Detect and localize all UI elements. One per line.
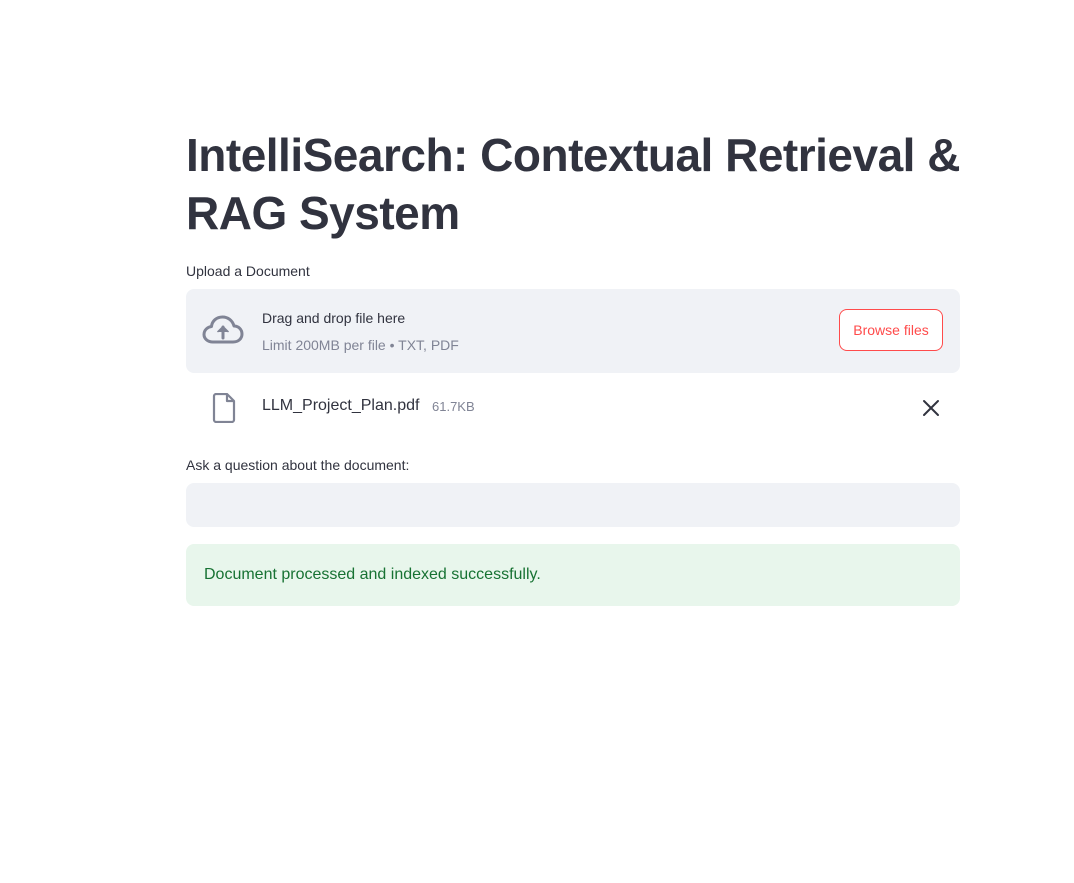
- page-title: IntelliSearch: Contextual Retrieval & RA…: [186, 129, 960, 239]
- dropzone-instructions: Drag and drop file here: [262, 310, 406, 326]
- question-label: Ask a question about the document:: [186, 457, 410, 473]
- close-icon[interactable]: [920, 397, 942, 419]
- uploaded-file-name: LLM_Project_Plan.pdf: [262, 397, 420, 414]
- success-message: Document processed and indexed successfu…: [204, 566, 541, 583]
- cloud-upload-icon: [202, 315, 244, 344]
- dropzone-limit-text: Limit 200MB per file • TXT, PDF: [262, 337, 459, 353]
- file-dropzone[interactable]: Drag and drop file here Limit 200MB per …: [186, 289, 960, 373]
- success-alert: Document processed and indexed successfu…: [186, 544, 960, 606]
- uploader-label: Upload a Document: [186, 263, 310, 279]
- uploaded-file-size: 61.7KB: [432, 399, 475, 414]
- uploaded-file-row: LLM_Project_Plan.pdf 61.7KB: [186, 389, 960, 427]
- browse-files-button[interactable]: Browse files: [839, 309, 943, 351]
- file-icon: [212, 393, 236, 423]
- question-input[interactable]: [186, 483, 960, 527]
